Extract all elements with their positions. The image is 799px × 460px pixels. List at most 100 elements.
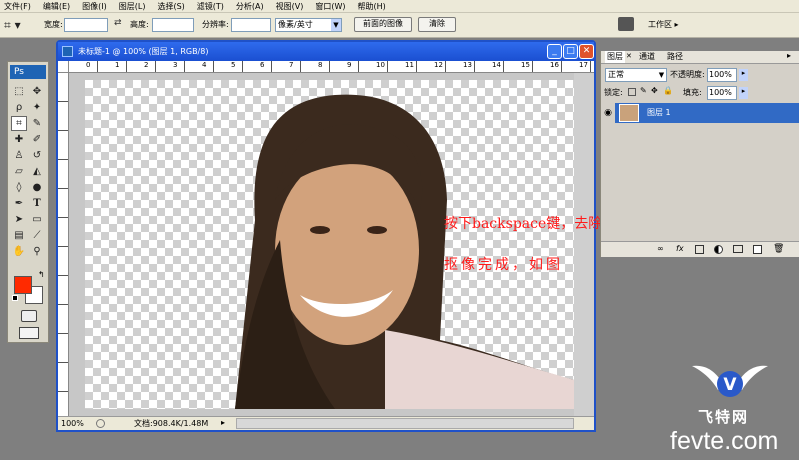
link-layers-icon[interactable]: ∞ <box>657 244 664 253</box>
status-icon <box>96 419 105 428</box>
fill-label: 填充: <box>683 88 702 97</box>
eyedropper-tool-icon[interactable]: ⟋ <box>29 228 45 243</box>
lock-transparency-icon[interactable] <box>628 88 636 96</box>
tab-paths[interactable]: 路径 <box>667 51 683 63</box>
menu-select[interactable]: 选择(S) <box>157 0 184 13</box>
lock-position-icon[interactable]: ✥ <box>651 86 658 95</box>
image-canvas[interactable] <box>85 80 574 409</box>
menu-bar: 文件(F) 编辑(E) 图像(I) 图层(L) 选择(S) 滤镜(T) 分析(A… <box>0 0 799 13</box>
tab-channels[interactable]: 通道 <box>639 51 655 63</box>
swap-dimensions-icon[interactable]: ⇄ <box>114 18 122 28</box>
ruler-tick-label: 12 <box>434 61 443 69</box>
options-bar: ⌗ ▾ 宽度: ⇄ 高度: 分辨率: 像素/英寸 ▼ 前面的图像 清除 工作区 … <box>0 13 799 38</box>
healing-brush-tool-icon[interactable]: ✚ <box>11 132 27 147</box>
hand-tool-icon[interactable]: ✋ <box>11 244 27 259</box>
vertical-ruler <box>58 73 69 416</box>
trash-icon[interactable]: 🗑 <box>773 244 784 254</box>
menu-filter[interactable]: 滤镜(T) <box>197 0 224 13</box>
path-selection-tool-icon[interactable]: ➤ <box>11 212 27 227</box>
layer-thumbnail <box>619 104 639 122</box>
front-image-button[interactable]: 前面的图像 <box>354 17 412 32</box>
tab-layers[interactable]: 图层 <box>605 51 625 63</box>
lock-all-icon[interactable]: 🔒 <box>663 86 673 95</box>
status-menu-arrow-icon[interactable]: ▸ <box>221 418 225 427</box>
layer-row[interactable]: ◉ 图层 1 <box>601 103 799 123</box>
bridge-icon[interactable] <box>618 17 634 31</box>
new-layer-icon[interactable] <box>753 245 762 254</box>
ps-logo-text: Ps <box>14 67 24 77</box>
adjustment-layer-icon[interactable] <box>714 245 723 254</box>
marquee-tool-icon[interactable]: ⬚ <box>11 84 27 99</box>
pen-tool-icon[interactable]: ✒ <box>11 196 27 211</box>
stamp-tool-icon[interactable]: ♙ <box>11 148 27 163</box>
swap-colors-icon[interactable]: ↰ <box>38 270 45 279</box>
type-tool-icon[interactable]: T <box>29 196 45 211</box>
opacity-field[interactable]: 100% <box>707 68 737 82</box>
lock-image-icon[interactable]: ✎ <box>640 86 647 95</box>
maximize-icon[interactable]: □ <box>563 44 578 59</box>
close-icon[interactable]: ✕ <box>626 52 632 60</box>
layer-mask-icon[interactable] <box>695 245 704 254</box>
blend-mode-select[interactable]: 正常 ▼ <box>605 68 667 82</box>
foreground-color-swatch[interactable] <box>14 276 32 294</box>
fill-field[interactable]: 100% <box>707 86 737 100</box>
eraser-tool-icon[interactable]: ▱ <box>11 164 27 179</box>
menu-layer[interactable]: 图层(L) <box>119 0 146 13</box>
brush-tool-icon[interactable]: ✐ <box>29 132 45 147</box>
layer-style-icon[interactable]: fx <box>676 244 684 253</box>
shape-tool-icon[interactable]: ▭ <box>29 212 45 227</box>
magic-wand-tool-icon[interactable]: ✦ <box>29 100 45 115</box>
ruler-tick-label: 7 <box>289 61 294 69</box>
menu-window[interactable]: 窗口(W) <box>315 0 345 13</box>
move-tool-icon[interactable]: ✥ <box>29 84 45 99</box>
chevron-down-icon: ▼ <box>331 19 341 31</box>
menu-view[interactable]: 视图(V) <box>276 0 304 13</box>
layers-footer: ∞ fx 🗑 <box>601 241 799 257</box>
fill-slider-arrow-icon[interactable]: ▸ <box>739 87 748 99</box>
zoom-tool-icon[interactable]: ⚲ <box>29 244 45 259</box>
new-group-icon[interactable] <box>733 245 743 253</box>
ruler-tick-label: 11 <box>405 61 414 69</box>
zoom-readout[interactable]: 100% <box>61 418 84 430</box>
menu-file[interactable]: 文件(F) <box>4 0 31 13</box>
ruler-tick-label: 1 <box>115 61 120 69</box>
ruler-tick-label: 3 <box>173 61 178 69</box>
dodge-tool-icon[interactable]: ● <box>29 180 45 195</box>
unit-select[interactable]: 像素/英寸 ▼ <box>275 18 342 32</box>
default-colors-icon[interactable] <box>12 295 18 301</box>
workspace-menu[interactable]: 工作区 ▸ <box>648 19 679 31</box>
slice-tool-icon[interactable]: ✎ <box>29 116 45 131</box>
width-field[interactable] <box>64 18 108 32</box>
crop-tool-preset-icon[interactable]: ⌗ ▾ <box>4 18 30 33</box>
minimize-icon[interactable]: _ <box>547 44 562 59</box>
history-brush-tool-icon[interactable]: ↺ <box>29 148 45 163</box>
ruler-tick-label: 4 <box>202 61 207 69</box>
document-title-bar[interactable]: 未标题-1 @ 100% (图层 1, RGB/8) _ □ ✕ <box>58 42 594 61</box>
panel-menu-icon[interactable]: ▸ <box>787 51 791 60</box>
visibility-eye-icon[interactable]: ◉ <box>601 103 615 123</box>
ruler-origin[interactable] <box>58 61 69 73</box>
opacity-slider-arrow-icon[interactable]: ▸ <box>739 69 748 81</box>
menu-edit[interactable]: 编辑(E) <box>43 0 70 13</box>
vertical-scrollbar[interactable] <box>574 73 594 416</box>
quick-mask-icon[interactable] <box>21 310 37 322</box>
screen-mode-icon[interactable] <box>19 327 39 339</box>
paint-bucket-tool-icon[interactable]: ◭ <box>29 164 45 179</box>
resolution-field[interactable] <box>231 18 271 32</box>
clear-button[interactable]: 清除 <box>418 17 456 32</box>
height-field[interactable] <box>152 18 194 32</box>
watermark-brand-cn: 飞特网 <box>698 408 750 426</box>
resolution-label: 分辨率: <box>202 20 229 29</box>
layers-panel: 图层 ✕ 通道 路径 ▸ 正常 ▼ 不透明度: 100% ▸ 锁定: ✎ ✥ 🔒… <box>600 51 799 257</box>
lasso-tool-icon[interactable]: ρ <box>11 100 27 115</box>
ruler-tick-label: 9 <box>347 61 352 69</box>
menu-image[interactable]: 图像(I) <box>82 0 107 13</box>
notes-tool-icon[interactable]: ▤ <box>11 228 27 243</box>
blur-tool-icon[interactable]: ◊ <box>11 180 27 195</box>
crop-tool-icon[interactable]: ⌗ <box>11 116 27 131</box>
close-icon[interactable]: ✕ <box>579 44 594 59</box>
horizontal-scrollbar[interactable] <box>236 418 574 429</box>
menu-analysis[interactable]: 分析(A) <box>236 0 264 13</box>
menu-help[interactable]: 帮助(H) <box>358 0 386 13</box>
document-window[interactable]: 未标题-1 @ 100% (图层 1, RGB/8) _ □ ✕ 0123456… <box>56 40 596 432</box>
